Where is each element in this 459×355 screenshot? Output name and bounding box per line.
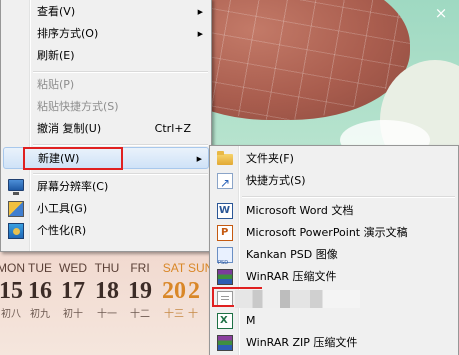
menu-item-label: 刷新(E) (37, 49, 75, 62)
menu-separator (242, 196, 455, 198)
menu-item-label: 粘贴快捷方式(S) (37, 100, 119, 113)
menu-item-label: 小工具(G) (37, 202, 88, 215)
submenu-item-folder[interactable]: 文件夹(F) (212, 148, 456, 170)
menu-item-label: 个性化(R) (37, 224, 87, 237)
menu-item-label: 粘贴(P) (37, 78, 75, 91)
winrar-archive-icon (217, 269, 233, 285)
menu-item-shortcut: Ctrl+Z (154, 122, 191, 135)
menu-item-label: WinRAR ZIP 压缩文件 (246, 336, 358, 349)
menu-item-screen-resolution[interactable]: 屏幕分辨率(C) (3, 176, 209, 198)
highlight-callout-text-document-top (212, 287, 262, 289)
menu-item-label: 查看(V) (37, 5, 76, 18)
calendar-date: 20 (162, 278, 186, 304)
calendar-date: 18 (95, 278, 119, 304)
submenu-arrow-icon: ▶ (197, 30, 203, 38)
excel-worksheet-icon (217, 313, 233, 329)
calendar-lunar-date: 十一 (97, 309, 117, 320)
calendar-weekday: TUE (28, 261, 52, 275)
submenu-item-text-document[interactable]: 文 (212, 288, 456, 310)
menu-item-label: Kankan PSD 图像 (246, 248, 338, 261)
screen-resolution-icon (8, 179, 24, 195)
highlight-callout-text-document (212, 287, 234, 307)
menu-item-label: M (246, 314, 256, 327)
calendar-gadget: MON 15 初八 TUE 16 初九 WED 17 初十 THU 18 十一 … (0, 256, 215, 355)
calendar-lunar-date: 十三 (164, 309, 184, 320)
personalize-icon (8, 223, 24, 239)
submenu-arrow-icon: ▶ (197, 8, 203, 16)
calendar-weekday: SAT (162, 261, 186, 275)
submenu-item-psd-image[interactable]: Kankan PSD 图像 (212, 244, 456, 274)
new-submenu: 文件夹(F) 快捷方式(S) Microsoft Word 文档 Microso… (209, 145, 459, 355)
menu-item-personalize[interactable]: 个性化(R) (3, 220, 209, 242)
menu-item-paste: 粘贴(P) (3, 74, 209, 96)
calendar-day-column: TUE 16 初九 (23, 256, 57, 324)
calendar-day-column: THU 18 十一 (90, 256, 124, 324)
menu-item-label: 快捷方式(S) (246, 174, 306, 187)
menu-item-label: 文件夹(F) (246, 152, 294, 165)
menu-item-label: 屏幕分辨率(C) (37, 180, 109, 193)
calendar-date: 16 (28, 278, 52, 304)
menu-item-label: 撤消 复制(U) (37, 122, 102, 135)
desktop-context-menu: 查看(V) ▶ 排序方式(O) ▶ 刷新(E) 粘贴(P) 粘贴快捷方式(S) … (0, 0, 212, 252)
menu-item-label: 排序方式(O) (37, 27, 99, 40)
submenu-item-shortcut[interactable]: 快捷方式(S) (212, 170, 456, 194)
submenu-item-word-document[interactable]: Microsoft Word 文档 (212, 200, 456, 222)
word-document-icon (217, 203, 233, 219)
gadgets-icon (8, 201, 24, 217)
calendar-lunar-date: 初九 (30, 309, 50, 320)
menu-separator (33, 144, 208, 146)
menu-item-undo-copy[interactable]: 撤消 复制(U) Ctrl+Z (3, 118, 209, 140)
pixelated-redaction (235, 290, 360, 308)
menu-item-sort-by[interactable]: 排序方式(O) ▶ (3, 23, 209, 45)
submenu-arrow-icon: ▶ (196, 155, 202, 163)
menu-item-refresh[interactable]: 刷新(E) (3, 45, 209, 67)
calendar-weekday: WED (59, 261, 87, 275)
menu-item-label: Microsoft PowerPoint 演示文稿 (246, 226, 408, 239)
menu-separator (33, 71, 208, 73)
gadget-close-icon[interactable]: × (428, 4, 454, 22)
menu-item-view[interactable]: 查看(V) ▶ (3, 1, 209, 23)
menu-item-label: WinRAR 压缩文件 (246, 270, 337, 283)
calendar-day-column: FRI 19 十二 (123, 256, 157, 324)
submenu-item-excel-worksheet[interactable]: M (212, 310, 456, 332)
calendar-weekday: THU (94, 261, 120, 275)
psd-image-icon (217, 247, 233, 274)
calendar-date: 19 (128, 278, 152, 304)
menu-separator (33, 173, 208, 175)
calendar-day-column: SAT 20 十三 (157, 256, 191, 324)
winrar-zip-icon (217, 335, 233, 351)
calendar-weekday: FRI (130, 261, 150, 275)
menu-item-gadgets[interactable]: 小工具(G) (3, 198, 209, 220)
submenu-item-winrar-archive[interactable]: WinRAR 压缩文件 (212, 266, 456, 288)
calendar-date: 17 (61, 278, 85, 304)
calendar-lunar-date: 十二 (130, 309, 150, 320)
folder-icon (217, 151, 233, 165)
submenu-item-winrar-zip[interactable]: WinRAR ZIP 压缩文件 (212, 332, 456, 354)
submenu-item-powerpoint[interactable]: Microsoft PowerPoint 演示文稿 (212, 222, 456, 244)
highlight-callout-new (23, 147, 123, 170)
menu-item-paste-shortcut: 粘贴快捷方式(S) (3, 96, 209, 118)
calendar-day-column: WED 17 初十 (56, 256, 90, 324)
shortcut-icon (217, 172, 233, 194)
powerpoint-presentation-icon (217, 225, 233, 241)
menu-item-label: Microsoft Word 文档 (246, 204, 354, 217)
calendar-lunar-date: 初十 (63, 309, 83, 320)
